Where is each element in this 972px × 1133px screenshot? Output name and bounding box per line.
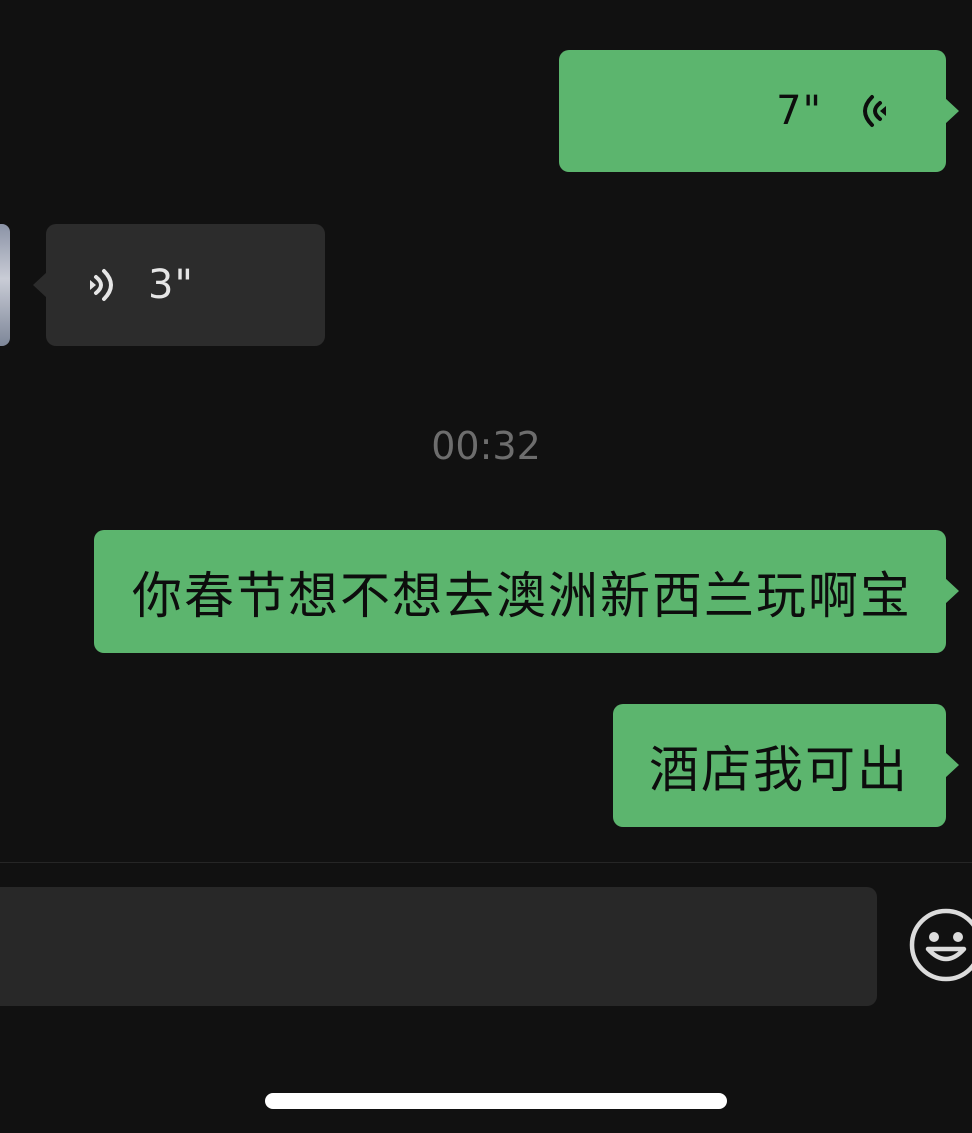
- text-message-sent[interactable]: 酒店我可出: [613, 704, 959, 827]
- home-indicator[interactable]: [265, 1093, 727, 1109]
- voice-message-sent[interactable]: 7": [559, 50, 959, 172]
- emoji-button[interactable]: [906, 905, 972, 985]
- message-timestamp: 00:32: [431, 424, 541, 468]
- text-message-sent[interactable]: 你春节想不想去澳洲新西兰玩啊宝: [94, 530, 959, 653]
- message-text: 酒店我可出: [649, 740, 909, 799]
- voice-duration: 3": [148, 262, 194, 308]
- message-list[interactable]: 7" 3" 00:32 你春节想不想去澳洲新西兰玩啊宝 酒店我可出: [0, 0, 972, 862]
- smiley-face-icon: [909, 908, 972, 982]
- voice-wave-icon: [850, 87, 890, 135]
- message-text: 你春节想不想去澳洲新西兰玩啊宝: [132, 566, 912, 625]
- message-input[interactable]: [0, 887, 877, 1006]
- voice-duration: 7": [776, 88, 822, 134]
- chat-screen: 7" 3" 00:32 你春节想不想去澳洲新西兰玩啊宝 酒店我可出: [0, 0, 972, 1133]
- contact-avatar[interactable]: [0, 224, 10, 346]
- voice-message-received[interactable]: 3": [33, 224, 325, 346]
- voice-wave-icon: [86, 261, 126, 309]
